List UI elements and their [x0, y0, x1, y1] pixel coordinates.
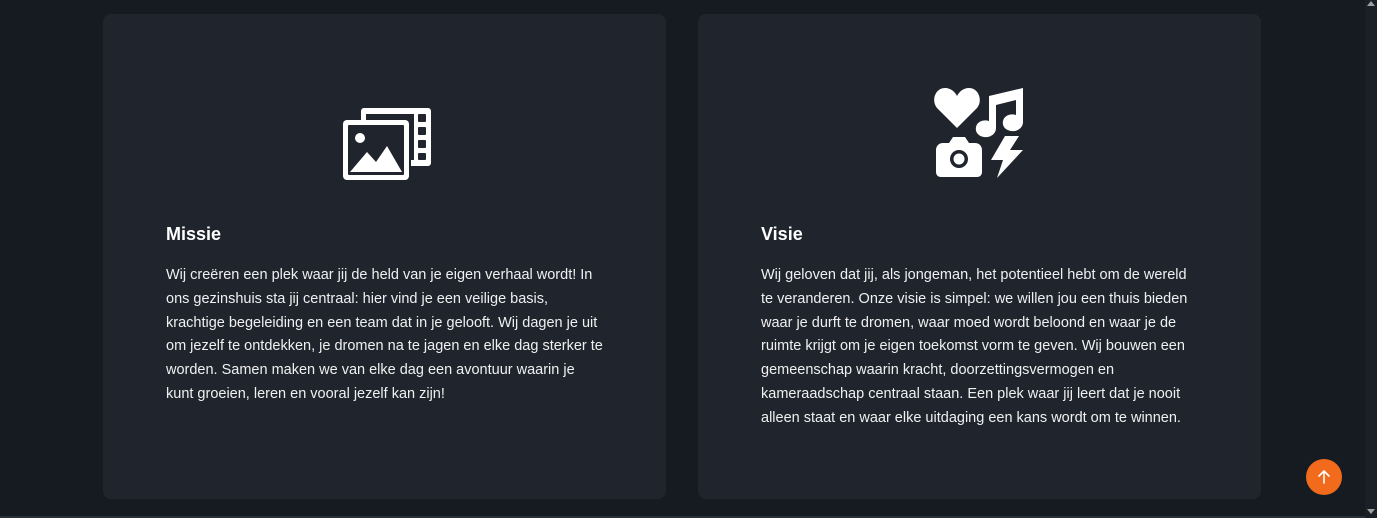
icons-heart-music-camera-bolt-icon: [934, 88, 1023, 178]
scroll-to-top-button[interactable]: [1306, 459, 1342, 495]
photo-film-icon: [343, 108, 431, 182]
vertical-scrollbar[interactable]: [1365, 0, 1377, 518]
scroll-down-arrow-icon[interactable]: [1367, 509, 1375, 514]
vision-title: Visie: [761, 224, 803, 244]
mission-text: Wij creëren een plek waar jij de held va…: [166, 267, 603, 402]
vision-card: Visie Wij geloven dat jij, als jongeman,…: [698, 14, 1261, 499]
mission-title: Missie: [166, 224, 222, 244]
page: Missie Wij creëren een plek waar jij de …: [0, 0, 1377, 518]
arrow-up-icon: [1318, 470, 1330, 484]
scroll-up-arrow-icon[interactable]: [1367, 1, 1375, 6]
mission-card: Missie Wij creëren een plek waar jij de …: [103, 14, 666, 499]
vision-text: Wij geloven dat jij, als jongeman, het p…: [761, 267, 1188, 426]
